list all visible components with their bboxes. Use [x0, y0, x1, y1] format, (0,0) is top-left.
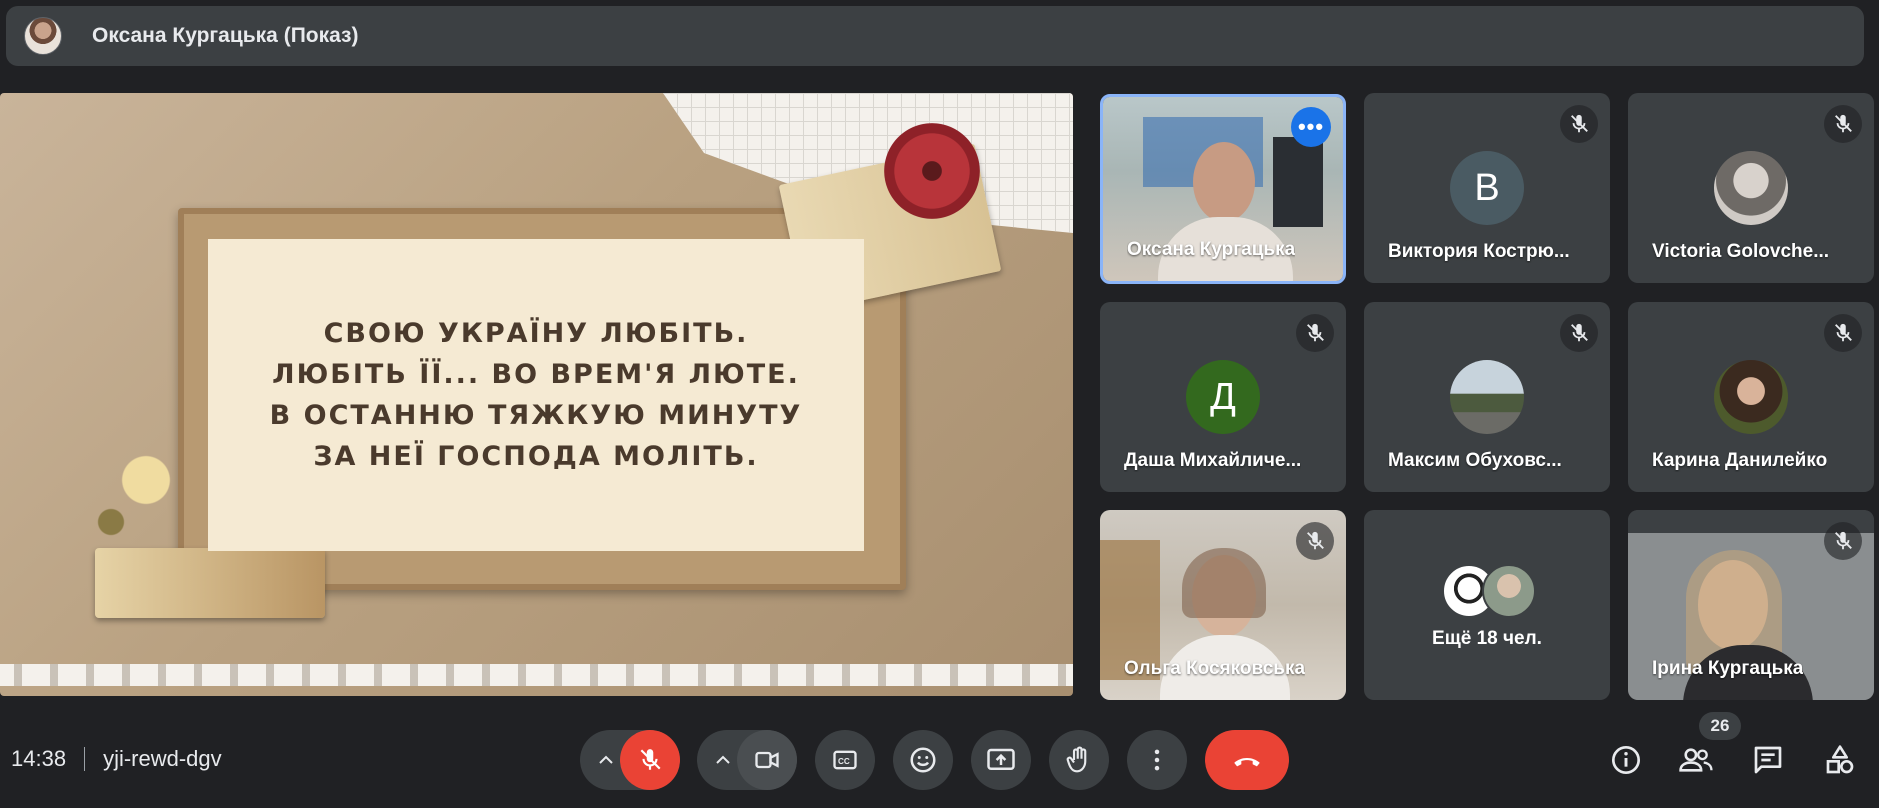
- people-count-badge: 26: [1699, 712, 1741, 740]
- chat-icon: [1754, 746, 1782, 774]
- participant-tile[interactable]: ••• Оксана Кургацька: [1100, 94, 1346, 284]
- participant-tile[interactable]: Ірина Кургацька: [1628, 510, 1874, 700]
- captions-icon: CC: [833, 750, 857, 770]
- avatar: В: [1450, 151, 1524, 225]
- mic-off-icon: [1560, 105, 1598, 143]
- mic-off-icon: [1296, 314, 1334, 352]
- present-screen-icon: [987, 748, 1015, 770]
- participant-name: Виктория Кострю...: [1388, 241, 1570, 262]
- captions-button[interactable]: CC: [815, 730, 875, 790]
- chat-button[interactable]: [1748, 740, 1788, 780]
- raise-hand-button[interactable]: [1049, 730, 1109, 790]
- mic-off-icon: [640, 749, 661, 770]
- participant-name: Victoria Golovche...: [1652, 241, 1830, 262]
- participant-name: Оксана Кургацька: [1127, 239, 1296, 260]
- participant-name: Карина Данилейко: [1652, 450, 1828, 471]
- mic-off-button[interactable]: [620, 730, 680, 790]
- avatar: Д: [1186, 360, 1260, 434]
- participant-name: Ольга Косяковська: [1124, 658, 1306, 679]
- divider: [84, 747, 86, 771]
- avatar: [1450, 360, 1524, 434]
- presenter-title: Оксана Кургацька (Показ): [92, 24, 359, 47]
- activities-button[interactable]: [1820, 740, 1860, 780]
- activities-icon: [1826, 745, 1854, 774]
- info-button[interactable]: [1606, 740, 1646, 780]
- quote-line: ЛЮБІТЬ ЇЇ... ВО ВРЕМ'Я ЛЮТЕ.: [272, 359, 800, 390]
- camera-control[interactable]: [697, 730, 797, 790]
- camera-button[interactable]: [737, 730, 797, 790]
- quote-line: В ОСТАННЮ ТЯЖКУЮ МИНУТУ: [269, 400, 803, 431]
- participant-tile[interactable]: Карина Данилейко: [1628, 302, 1874, 492]
- more-vert-icon: [1154, 749, 1160, 771]
- mic-control[interactable]: [580, 730, 680, 790]
- more-options-button[interactable]: [1127, 730, 1187, 790]
- emoji-button[interactable]: [893, 730, 953, 790]
- book-image: [95, 548, 325, 618]
- mic-off-icon: [1824, 314, 1862, 352]
- more-participants-tile[interactable]: Ещё 18 чел.: [1364, 510, 1610, 700]
- participant-tile[interactable]: Ольга Косяковська: [1100, 510, 1346, 700]
- participant-name: Максим Обуховс...: [1388, 450, 1562, 471]
- participant-name: Ірина Кургацька: [1652, 658, 1804, 679]
- more-participants-avatars: [1442, 564, 1542, 618]
- meeting-code: yji-rewd-dgv: [103, 746, 222, 771]
- avatar: [1714, 360, 1788, 434]
- more-options-icon[interactable]: •••: [1291, 107, 1331, 147]
- raise-hand-icon: [1066, 746, 1087, 773]
- chevron-up-icon[interactable]: [594, 748, 618, 777]
- shared-screen: СВОЮ УКРАЇНУ ЛЮБІТЬ. ЛЮБІТЬ ЇЇ... ВО ВРЕ…: [0, 93, 1073, 696]
- people-button[interactable]: [1676, 740, 1716, 780]
- mic-off-icon: [1824, 522, 1862, 560]
- presenter-bar: Оксана Кургацька (Показ): [6, 6, 1864, 66]
- mic-off-icon: [1824, 105, 1862, 143]
- film-strip-decoration: [0, 664, 1073, 686]
- participant-tile[interactable]: Д Даша Михайличе...: [1100, 302, 1346, 492]
- svg-text:CC: CC: [838, 757, 850, 766]
- mic-off-icon: [1296, 522, 1334, 560]
- people-icon: [1679, 748, 1713, 772]
- mic-off-icon: [1560, 314, 1598, 352]
- chevron-up-icon[interactable]: [711, 748, 735, 777]
- participant-name: Даша Михайличе...: [1124, 450, 1302, 471]
- quote-card: СВОЮ УКРАЇНУ ЛЮБІТЬ. ЛЮБІТЬ ЇЇ... ВО ВРЕ…: [208, 239, 864, 551]
- present-screen-button[interactable]: [971, 730, 1031, 790]
- info-icon: [1612, 746, 1640, 774]
- meeting-info: 14:38 yji-rewd-dgv: [11, 746, 222, 772]
- presenter-avatar: [24, 17, 62, 55]
- camera-icon: [755, 751, 779, 769]
- quote-line: ЗА НЕЇ ГОСПОДА МОЛІТЬ.: [313, 441, 759, 472]
- emoji-icon: [910, 747, 936, 773]
- participant-tile[interactable]: Victoria Golovche...: [1628, 93, 1874, 283]
- leave-call-button[interactable]: [1205, 730, 1289, 790]
- clock-time: 14:38: [11, 746, 67, 771]
- red-flower-image: [884, 123, 980, 219]
- avatar: [1714, 151, 1788, 225]
- participant-tile[interactable]: Максим Обуховс...: [1364, 302, 1610, 492]
- more-participants-label: Ещё 18 чел.: [1432, 628, 1542, 649]
- quote-line: СВОЮ УКРАЇНУ ЛЮБІТЬ.: [323, 318, 749, 349]
- avatar: [1482, 564, 1536, 618]
- participant-tile[interactable]: В Виктория Кострю...: [1364, 93, 1610, 283]
- hang-up-icon: [1234, 758, 1260, 767]
